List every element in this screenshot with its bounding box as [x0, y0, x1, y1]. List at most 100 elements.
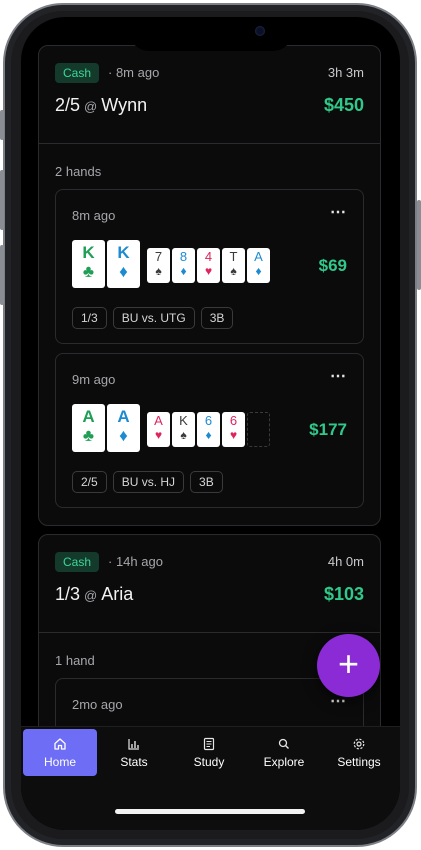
card-rank: K [179, 413, 188, 428]
notch [129, 17, 293, 51]
clubs-icon: ♣ [82, 426, 95, 445]
session-profit: $450 [323, 95, 364, 115]
hand-amount: $69 [318, 256, 347, 275]
home-indicator[interactable] [115, 809, 305, 814]
hearts-icon: ♥ [204, 264, 213, 278]
hearts-icon: ♥ [154, 428, 163, 442]
tab-settings[interactable]: Settings [322, 729, 396, 776]
card-rank: 4 [204, 249, 213, 264]
stakes-tag: 2/5 [72, 471, 107, 493]
spades-icon: ♠ [155, 264, 162, 278]
session-time-ago: · 8m ago [108, 65, 160, 80]
session-header[interactable]: Cash · 14h ago 4h 0m 1/3 @ Aria $103 [39, 535, 380, 633]
book-icon [172, 737, 246, 751]
hands-count: 1 hand [55, 653, 95, 668]
add-button[interactable]: + [317, 634, 380, 697]
diamonds-icon: ♦ [119, 262, 128, 281]
stakes-tag: 1/3 [72, 307, 107, 329]
card-rank: 7 [154, 249, 163, 264]
diamonds-icon: ♦ [119, 426, 128, 445]
hole-card: A ♣ [72, 404, 105, 452]
session-duration: 4h 0m [327, 554, 364, 569]
card-rank: A [82, 407, 95, 426]
hole-card: K ♦ [107, 240, 140, 288]
tab-explore[interactable]: Explore [247, 729, 321, 776]
tab-study[interactable]: Study [172, 729, 246, 776]
volume-up-button [0, 170, 4, 230]
hand-time-ago: 2mo ago [72, 697, 123, 712]
tab-stats[interactable]: Stats [97, 729, 171, 776]
plus-icon: + [337, 643, 360, 684]
session-duration: 3h 3m [327, 65, 364, 80]
card-rank: 6 [204, 413, 213, 428]
gear-icon [322, 737, 396, 751]
tab-label: Stats [120, 755, 148, 769]
board-card: 8 ♦ [172, 248, 195, 283]
board-card: A ♦ [247, 248, 270, 283]
hand-tags: 1/3 BU vs. UTG 3B [72, 307, 234, 329]
app-screen: Cash · 8m ago 3h 3m 2/5 @ Wynn $450 2 hand… [21, 17, 400, 830]
card-rank: A [254, 249, 263, 264]
session-title: 2/5 @ Wynn [55, 95, 147, 116]
tab-label: Study [193, 755, 225, 769]
empty-river-slot [247, 412, 270, 447]
session-profit: $103 [323, 584, 364, 604]
session-stakes: 1/3 [55, 584, 81, 604]
spades-icon: ♠ [180, 428, 187, 442]
board-card: 6 ♥ [222, 412, 245, 447]
position-tag: BU vs. HJ [112, 471, 185, 493]
session-venue: Wynn [101, 95, 148, 115]
board-card: K ♠ [172, 412, 195, 447]
card-rank: A [154, 413, 163, 428]
action-tag: 3B [200, 307, 234, 329]
more-options-icon[interactable]: ⋯ [330, 202, 347, 222]
hearts-icon: ♥ [229, 428, 238, 442]
hole-card: A ♦ [107, 404, 140, 452]
hand-time-ago: 8m ago [72, 208, 116, 223]
hand-card[interactable]: 9m ago ⋯ A ♣ A ♦ A ♥ K ♠ 6 ♦ 6 ♥ $177 2/… [55, 353, 364, 508]
tab-home[interactable]: Home [23, 729, 97, 776]
card-rank: A [117, 407, 130, 426]
board-cards: A ♥ K ♠ 6 ♦ 6 ♥ [147, 412, 270, 447]
front-camera [255, 26, 265, 36]
session-venue: Aria [101, 584, 134, 604]
hand-time-ago: 9m ago [72, 372, 116, 387]
volume-down-button [0, 245, 4, 305]
power-button [417, 200, 421, 290]
tab-bar: Home Stats Study Explore Settings [21, 726, 400, 830]
board-cards: 7 ♠ 8 ♦ 4 ♥ T ♠ A ♦ [147, 248, 270, 283]
hole-card: K ♣ [72, 240, 105, 288]
diamonds-icon: ♦ [180, 264, 187, 278]
position-tag: BU vs. UTG [112, 307, 195, 329]
hand-amount: $177 [309, 420, 347, 439]
diamonds-icon: ♦ [255, 264, 262, 278]
hands-count: 2 hands [55, 164, 102, 179]
session-stakes: 2/5 [55, 95, 81, 115]
game-type-badge: Cash [55, 552, 100, 572]
at-symbol: @ [84, 588, 98, 603]
hand-card[interactable]: 8m ago ⋯ K ♣ K ♦ 7 ♠ 8 ♦ 4 ♥ T ♠ A ♦ $69… [55, 189, 364, 344]
tab-label: Explore [263, 755, 305, 769]
game-type-badge: Cash [55, 63, 100, 83]
session-card[interactable]: Cash · 8m ago 3h 3m 2/5 @ Wynn $450 2 hand… [38, 45, 381, 526]
card-rank: K [82, 243, 95, 262]
spades-icon: ♠ [230, 264, 237, 278]
mute-switch [0, 110, 4, 140]
clubs-icon: ♣ [82, 262, 95, 281]
board-card: T ♠ [222, 248, 245, 283]
diamonds-icon: ♦ [205, 428, 212, 442]
hand-tags: 2/5 BU vs. HJ 3B [72, 471, 223, 493]
card-rank: 6 [229, 413, 238, 428]
at-symbol: @ [84, 99, 98, 114]
more-options-icon[interactable]: ⋯ [330, 366, 347, 386]
session-title: 1/3 @ Aria [55, 584, 133, 605]
board-card: 6 ♦ [197, 412, 220, 447]
hole-cards: A ♣ A ♦ [72, 404, 140, 452]
card-rank: T [229, 249, 238, 264]
board-card: 4 ♥ [197, 248, 220, 283]
card-rank: 8 [179, 249, 188, 264]
board-card: 7 ♠ [147, 248, 170, 283]
session-header[interactable]: Cash · 8m ago 3h 3m 2/5 @ Wynn $450 [39, 46, 380, 144]
tab-label: Home [43, 755, 76, 769]
bar-chart-icon [97, 737, 171, 751]
